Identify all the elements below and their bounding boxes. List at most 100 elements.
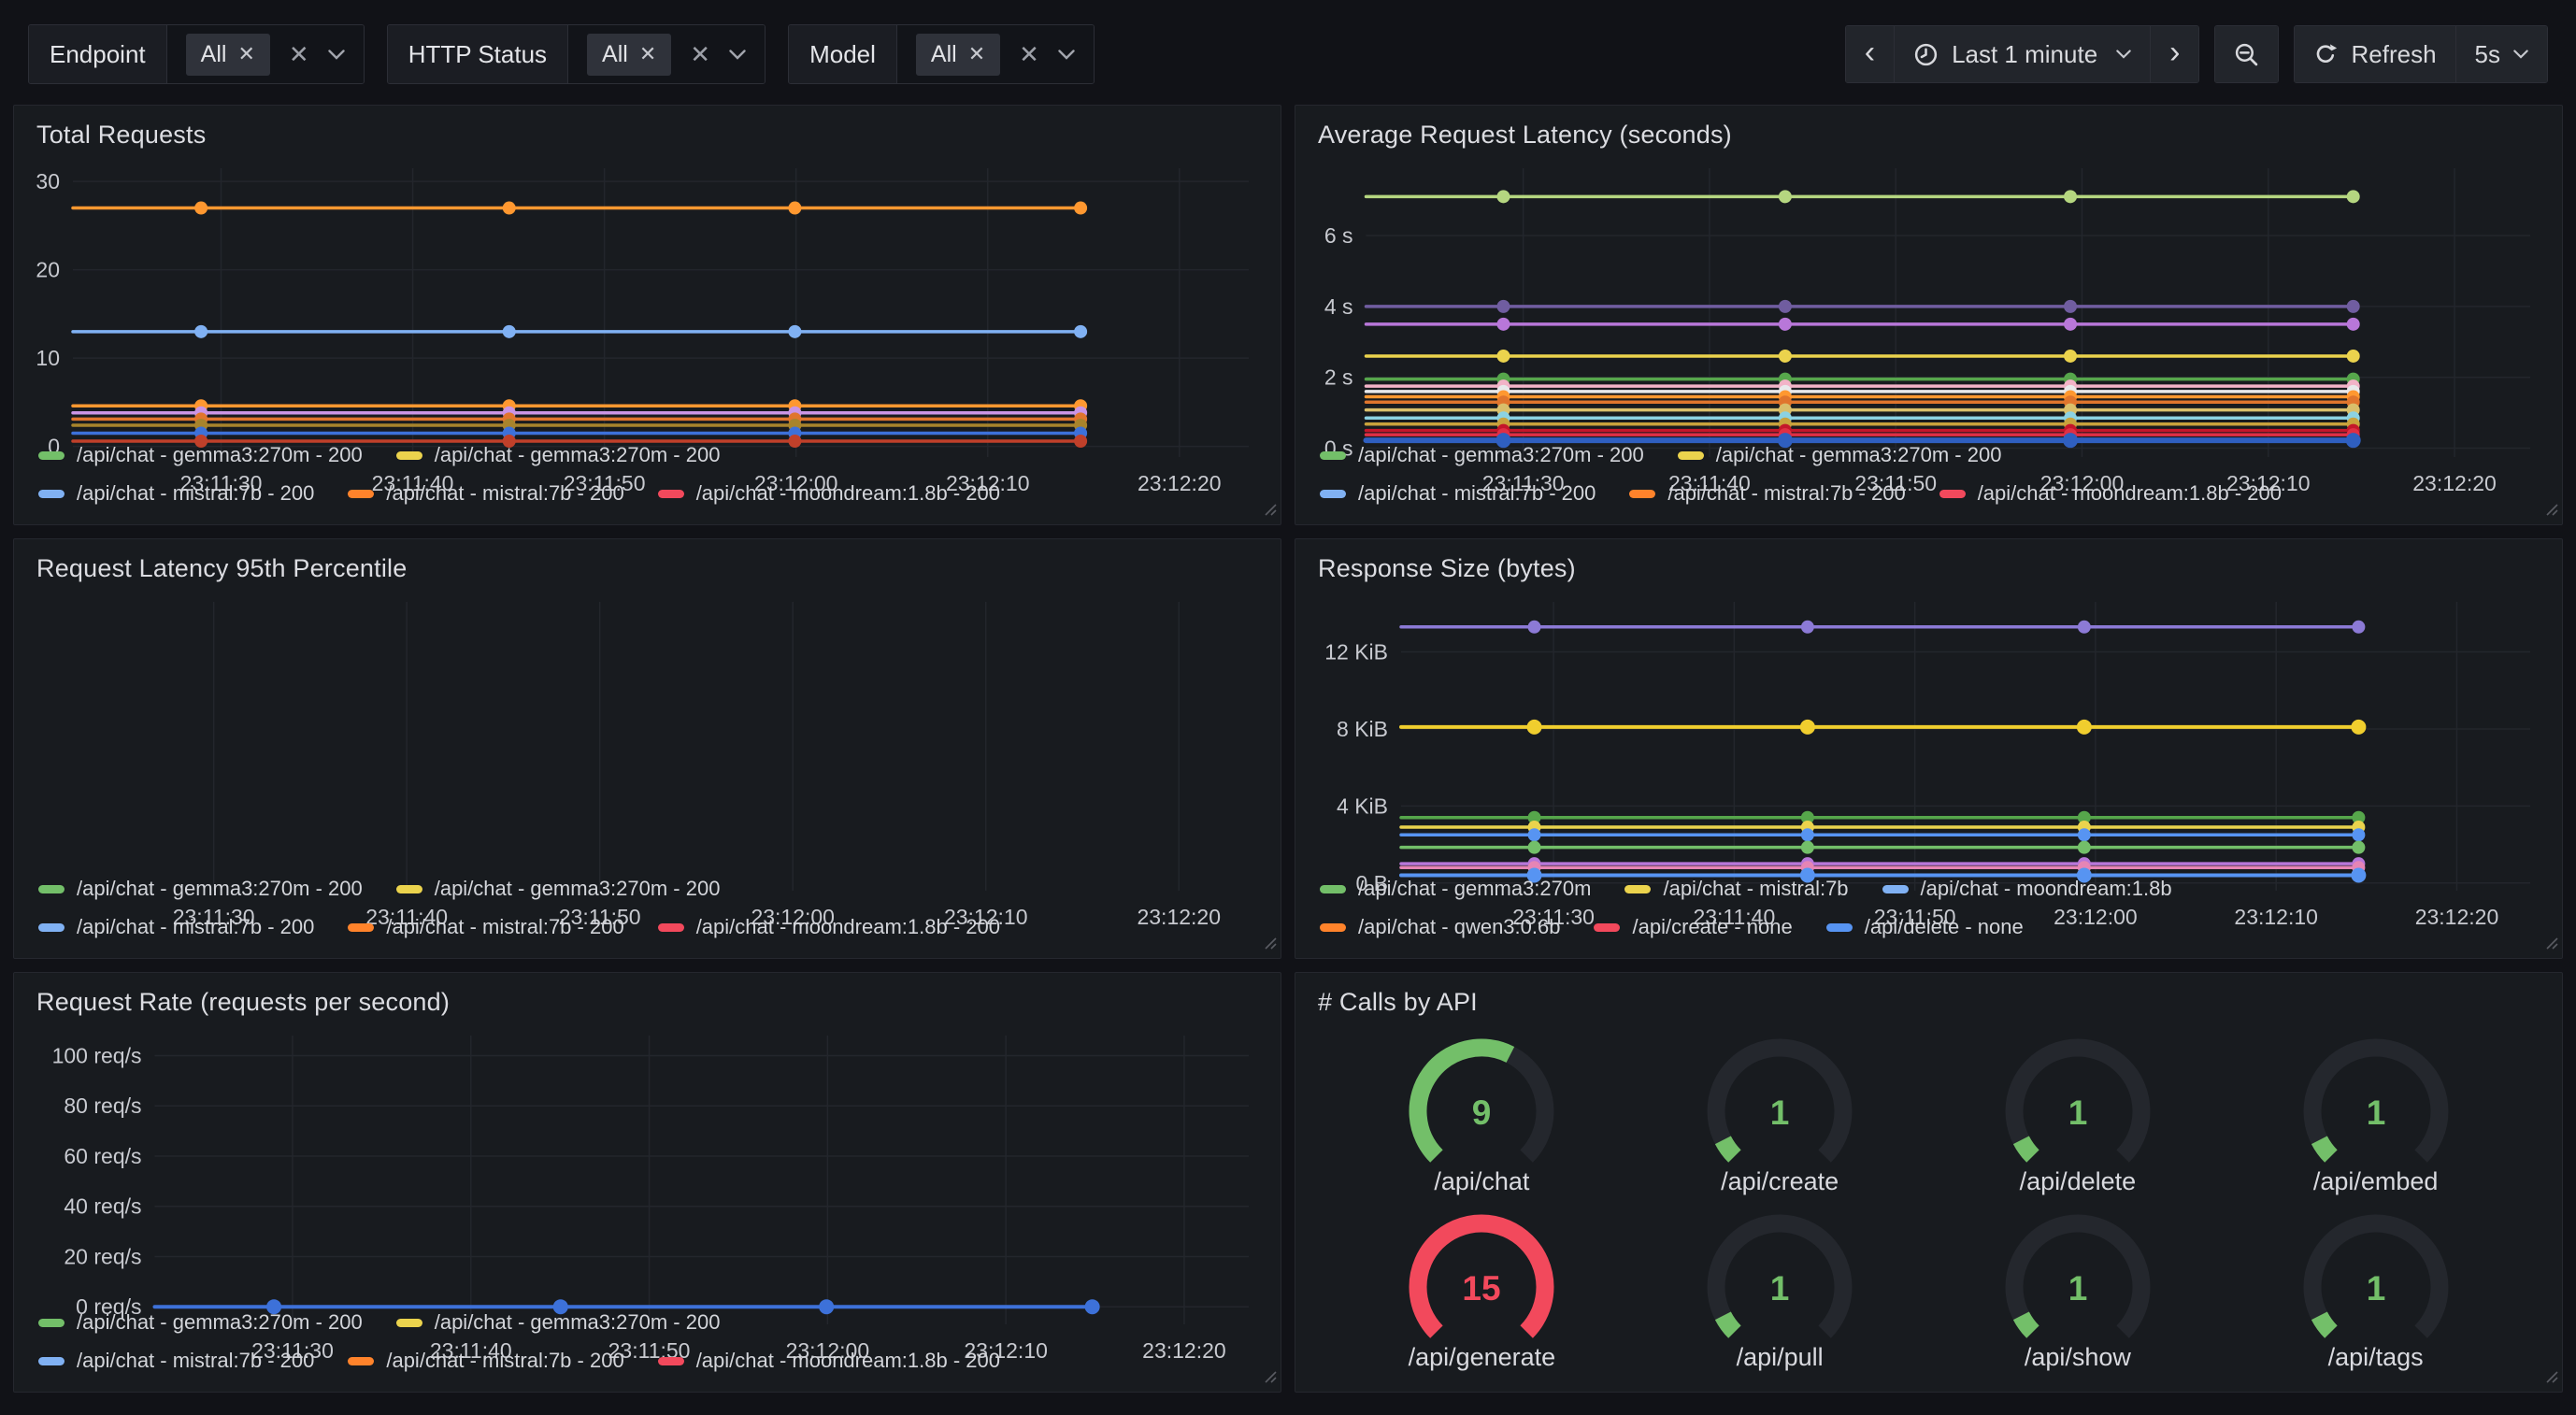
gauge-label: /api/generate — [1409, 1343, 1556, 1372]
legend-item[interactable]: /api/chat - gemma3:270m - 200 — [396, 877, 721, 901]
legend-item[interactable]: /api/chat - moondream:1.8b - 200 — [658, 1349, 1000, 1373]
legend-item[interactable]: /api/chat - gemma3:270m - 200 — [38, 443, 363, 467]
filter-chip[interactable]: All ✕ — [186, 34, 270, 76]
filter-label: HTTP Status — [388, 25, 568, 83]
filter-chip-label: All — [201, 41, 227, 68]
chevron-down-icon[interactable] — [328, 50, 345, 60]
legend-row: /api/chat - mistral:7b - 200/api/chat - … — [38, 481, 1256, 506]
total-requests-legend: /api/chat - gemma3:270m - 200/api/chat -… — [14, 439, 1281, 517]
legend-item[interactable]: /api/create - none — [1594, 915, 1792, 939]
panel-title-request-rate[interactable]: Request Rate (requests per second) — [36, 988, 1258, 1017]
filter-endpoint-value[interactable]: All ✕ ✕ — [167, 25, 364, 83]
gauge-value: 1 — [1770, 1269, 1790, 1308]
legend-item[interactable]: /api/chat - moondream:1.8b - 200 — [658, 481, 1000, 506]
legend-item[interactable]: /api/chat - mistral:7b - 200 — [38, 1349, 314, 1373]
legend-label: /api/chat - mistral:7b - 200 — [77, 1349, 314, 1373]
panel-resize-handle[interactable] — [1263, 502, 1278, 522]
average-request-latency-legend: /api/chat - gemma3:270m - 200/api/chat -… — [1295, 439, 2562, 517]
legend-item[interactable]: /api/chat - mistral:7b - 200 — [38, 481, 314, 506]
legend-item[interactable]: /api/chat - mistral:7b - 200 — [1629, 481, 1905, 506]
filter-model-value[interactable]: All ✕ ✕ — [897, 25, 1094, 83]
panel-resize-handle[interactable] — [1263, 1369, 1278, 1389]
panel-resize-handle[interactable] — [2544, 1369, 2559, 1389]
legend-item[interactable]: /api/chat - moondream:1.8b - 200 — [1939, 481, 2282, 506]
gauge-label: /api/create — [1721, 1167, 1839, 1196]
refresh-button[interactable]: Refresh — [2295, 26, 2454, 82]
chevron-down-icon[interactable] — [1058, 50, 1075, 60]
legend-label: /api/chat - gemma3:270m - 200 — [77, 877, 363, 901]
series-color-chip — [396, 885, 422, 893]
filter-chip-label: All — [931, 41, 957, 68]
chip-remove-icon[interactable]: ✕ — [639, 42, 656, 66]
chevron-down-icon[interactable] — [729, 50, 746, 60]
filter-chip[interactable]: All ✕ — [916, 34, 1000, 76]
legend-label: /api/create - none — [1632, 915, 1792, 939]
panel-resize-handle[interactable] — [2544, 936, 2559, 955]
legend-label: /api/chat - mistral:7b - 200 — [386, 1349, 623, 1373]
time-shift-forward-button[interactable]: › — [2150, 26, 2198, 82]
series-color-chip — [38, 1357, 64, 1365]
legend-item[interactable]: /api/chat - moondream:1.8b — [1882, 877, 2172, 901]
filter-chip[interactable]: All ✕ — [587, 34, 671, 76]
panel-resize-handle[interactable] — [2544, 502, 2559, 522]
legend-item[interactable]: /api/chat - gemma3:270m - 200 — [396, 1310, 721, 1335]
clear-selection-icon[interactable]: ✕ — [289, 40, 309, 69]
panel-title-calls-by-api[interactable]: # Calls by API — [1318, 988, 2540, 1017]
zoom-out-icon — [2234, 42, 2259, 67]
clear-selection-icon[interactable]: ✕ — [690, 40, 710, 69]
series-color-chip — [1826, 923, 1853, 932]
time-shift-back-button[interactable]: ‹ — [1846, 26, 1894, 82]
series-color-chip — [1882, 885, 1909, 893]
legend-item[interactable]: /api/chat - mistral:7b - 200 — [1320, 481, 1596, 506]
filter-http-status-value[interactable]: All ✕ ✕ — [568, 25, 765, 83]
legend-item[interactable]: /api/chat - mistral:7b - 200 — [348, 1349, 623, 1373]
legend-item[interactable]: /api/chat - mistral:7b - 200 — [348, 915, 623, 939]
legend-row: /api/chat - gemma3:270m - 200/api/chat -… — [38, 877, 1256, 901]
legend-item[interactable]: /api/delete - none — [1826, 915, 2024, 939]
request-latency-p95-chart[interactable]: 23:11:3023:11:4023:11:5023:12:0023:12:10… — [21, 587, 1273, 873]
legend-item[interactable]: /api/chat - gemma3:270m — [1320, 877, 1591, 901]
chip-remove-icon[interactable]: ✕ — [237, 42, 254, 66]
legend-item[interactable]: /api/chat - mistral:7b - 200 — [38, 915, 314, 939]
panel-title-response-size[interactable]: Response Size (bytes) — [1318, 554, 2540, 583]
chevron-down-icon — [2116, 50, 2131, 59]
legend-label: /api/chat - mistral:7b - 200 — [1358, 481, 1596, 506]
time-range-picker-button[interactable]: Last 1 minute — [1894, 26, 2150, 82]
legend-item[interactable]: /api/chat - gemma3:270m - 200 — [1320, 443, 1644, 467]
legend-label: /api/chat - mistral:7b - 200 — [386, 915, 623, 939]
chip-remove-icon[interactable]: ✕ — [968, 42, 985, 66]
response-size-chart[interactable]: 23:11:3023:11:4023:11:5023:12:0023:12:10… — [1303, 587, 2555, 873]
series-color-chip — [658, 1357, 684, 1365]
panel-total-requests: Total Requests 23:11:3023:11:4023:11:502… — [13, 105, 1281, 525]
dashboard-grid: Total Requests 23:11:3023:11:4023:11:502… — [13, 105, 2563, 1393]
panel-title-average-request-latency[interactable]: Average Request Latency (seconds) — [1318, 121, 2540, 150]
time-zoom-out-button[interactable] — [2215, 26, 2278, 82]
gauge-label: /api/tags — [2328, 1343, 2424, 1372]
average-request-latency-chart[interactable]: 23:11:3023:11:4023:11:5023:12:0023:12:10… — [1303, 153, 2555, 439]
time-controls: ‹ Last 1 minute › — [1845, 25, 2548, 83]
gauge-label: /api/pull — [1737, 1343, 1824, 1372]
legend-item[interactable]: /api/chat - mistral:7b — [1624, 877, 1848, 901]
legend-row: /api/chat - mistral:7b - 200/api/chat - … — [38, 1349, 1256, 1373]
panel-title-request-latency-p95[interactable]: Request Latency 95th Percentile — [36, 554, 1258, 583]
panel-title-total-requests[interactable]: Total Requests — [36, 121, 1258, 150]
total-requests-chart[interactable]: 23:11:3023:11:4023:11:5023:12:0023:12:10… — [21, 153, 1273, 439]
legend-item[interactable]: /api/chat - gemma3:270m - 200 — [1678, 443, 2002, 467]
legend-label: /api/chat - gemma3:270m - 200 — [77, 443, 363, 467]
series-color-chip — [38, 923, 64, 932]
svg-text:30: 30 — [36, 169, 60, 193]
legend-item[interactable]: /api/chat - gemma3:270m - 200 — [38, 1310, 363, 1335]
legend-item[interactable]: /api/chat - gemma3:270m - 200 — [396, 443, 721, 467]
legend-label: /api/delete - none — [1865, 915, 2024, 939]
legend-item[interactable]: /api/chat - mistral:7b - 200 — [348, 481, 623, 506]
legend-item[interactable]: /api/chat - gemma3:270m - 200 — [38, 877, 363, 901]
request-rate-chart[interactable]: 23:11:3023:11:4023:11:5023:12:0023:12:10… — [21, 1021, 1273, 1307]
legend-item[interactable]: /api/chat - moondream:1.8b - 200 — [658, 915, 1000, 939]
refresh-interval-button[interactable]: 5s — [2455, 26, 2547, 82]
gauge-value: 15 — [1463, 1269, 1501, 1308]
legend-item[interactable]: /api/chat - qwen3:0.6b — [1320, 915, 1560, 939]
gauge-api-pull: 1/api/pull — [1631, 1200, 1929, 1376]
panel-resize-handle[interactable] — [1263, 936, 1278, 955]
panel-average-request-latency: Average Request Latency (seconds) 23:11:… — [1295, 105, 2563, 525]
clear-selection-icon[interactable]: ✕ — [1019, 40, 1039, 69]
